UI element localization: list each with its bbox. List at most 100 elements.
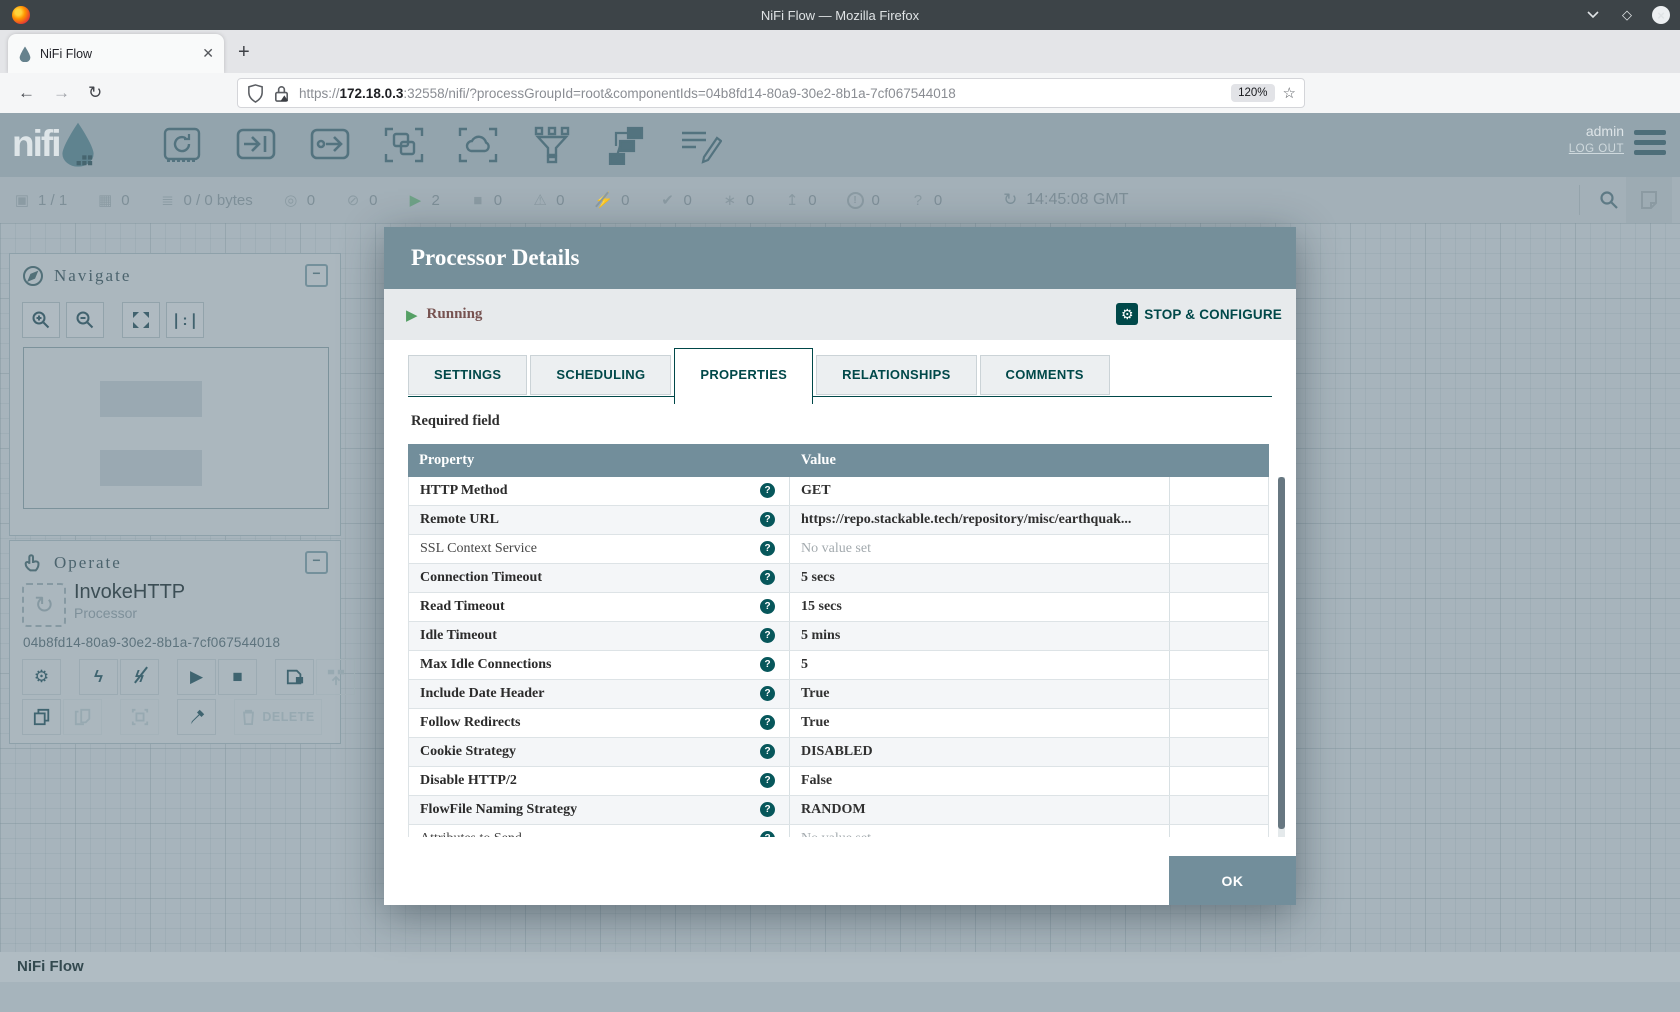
property-row[interactable]: HTTP Method?GET [409, 477, 1268, 506]
window-maximize-button[interactable]: ◇ [1618, 6, 1636, 24]
ok-button[interactable]: OK [1169, 856, 1296, 905]
bookmark-star-icon[interactable]: ☆ [1283, 84, 1296, 102]
stop-and-configure-button[interactable]: ⚙ STOP & CONFIGURE [1116, 303, 1282, 325]
tab-relationships[interactable]: RELATIONSHIPS [816, 355, 976, 395]
help-question-icon: ? [760, 773, 775, 788]
scrollbar-thumb[interactable] [1278, 477, 1285, 829]
property-row[interactable]: Connection Timeout?5 secs [409, 564, 1268, 593]
window-minimize-button[interactable] [1584, 6, 1602, 24]
collapse-navigate-button[interactable]: − [305, 264, 328, 287]
window-close-button[interactable]: × [1652, 6, 1670, 24]
stop-button[interactable]: ■ [218, 659, 257, 695]
help-question-icon: ? [760, 541, 775, 556]
help-question-icon: ? [760, 512, 775, 527]
help-question-icon: ? [760, 831, 775, 837]
property-name: Read Timeout [420, 599, 505, 614]
remote-process-group-tool-icon[interactable] [454, 121, 502, 169]
back-button[interactable]: ← [18, 83, 35, 103]
property-row[interactable]: SSL Context Service?No value set [409, 535, 1268, 564]
property-row[interactable]: Disable HTTP/2?False [409, 767, 1268, 796]
properties-scroll-viewport[interactable]: HTTP Method?GETRemote URL?https://repo.s… [408, 477, 1269, 837]
window-title: NiFi Flow — Mozilla Firefox [0, 8, 1680, 23]
enable-button[interactable]: ϟ [79, 659, 118, 695]
configure-button[interactable]: ⚙ [22, 659, 61, 695]
funnel-tool-icon[interactable] [528, 121, 576, 169]
bulletin-note-button[interactable] [1626, 177, 1672, 223]
breadcrumb[interactable]: NiFi Flow [17, 958, 84, 975]
disabled-components-icon: ⚡ [594, 191, 613, 209]
fill-color-button[interactable] [177, 699, 216, 735]
label-tool-icon[interactable] [676, 121, 724, 169]
sync-failure-versioned-icon: ? [910, 192, 926, 209]
url-bar[interactable]: https://172.18.0.3:32558/nifi/?processGr… [237, 78, 1305, 108]
tab-comments[interactable]: COMMENTS [980, 355, 1110, 395]
forward-button[interactable]: → [53, 83, 70, 103]
create-template-button[interactable] [275, 659, 314, 695]
copy-button[interactable] [22, 699, 61, 735]
property-row[interactable]: Remote URL?https://repo.stackable.tech/r… [409, 506, 1268, 535]
status-invalid-components: ⚠0 [532, 191, 564, 209]
last-refresh-time: ↻ 14:45:08 GMT [1002, 190, 1128, 210]
property-name: Follow Redirects [420, 715, 520, 730]
property-name-cell: Read Timeout? [409, 593, 790, 621]
hand-icon [22, 552, 44, 574]
property-actions-cell [1170, 506, 1268, 534]
property-value: 5 secs [790, 564, 1170, 592]
tab-settings[interactable]: SETTINGS [408, 355, 527, 395]
tab-properties[interactable]: PROPERTIES [674, 348, 813, 404]
group-button[interactable] [120, 699, 159, 735]
gear-icon: ⚙ [1116, 303, 1138, 325]
browser-tab[interactable]: NiFi Flow ✕ [8, 34, 224, 73]
new-tab-button[interactable]: + [238, 40, 250, 64]
property-row[interactable]: Include Date Header?True [409, 680, 1268, 709]
processor-tool-icon[interactable] [158, 121, 206, 169]
help-question-icon: ? [760, 802, 775, 817]
status-count: 0 [621, 192, 629, 209]
logout-link[interactable]: LOG OUT [1569, 143, 1624, 155]
nifi-global-menu-button[interactable] [1634, 130, 1666, 155]
status-transmitting-remote-groups: ◎0 [283, 191, 315, 209]
help-question-icon: ? [760, 686, 775, 701]
status-clustered-nodes: ▣1 / 1 [14, 191, 67, 209]
selected-component-type: Processor [74, 605, 137, 621]
property-row[interactable]: Attributes to Send?No value set [409, 825, 1268, 837]
search-button[interactable] [1579, 185, 1624, 215]
process-group-tool-icon[interactable] [380, 121, 428, 169]
running-label: Running [427, 306, 483, 323]
help-question-icon: ? [760, 744, 775, 759]
properties-scrollbar[interactable] [1278, 477, 1285, 837]
delete-button[interactable]: DELETE [234, 699, 322, 735]
start-button[interactable]: ▶ [177, 659, 216, 695]
disable-button[interactable]: ϟ [120, 659, 159, 695]
paste-button[interactable] [63, 699, 102, 735]
property-name: SSL Context Service [420, 541, 537, 556]
property-row[interactable]: Read Timeout?15 secs [409, 593, 1268, 622]
template-tool-icon[interactable] [602, 121, 650, 169]
tab-scheduling[interactable]: SCHEDULING [530, 355, 671, 395]
collapse-operate-button[interactable]: − [305, 551, 328, 574]
property-row[interactable]: FlowFile Naming Strategy?RANDOM [409, 796, 1268, 825]
property-row[interactable]: Follow Redirects?True [409, 709, 1268, 738]
upload-template-button[interactable] [316, 659, 355, 695]
reload-button[interactable]: ↻ [88, 83, 102, 103]
input-port-tool-icon[interactable] [232, 121, 280, 169]
dialog-header: Processor Details [384, 227, 1296, 289]
zoom-out-button[interactable] [66, 302, 104, 338]
output-port-tool-icon[interactable] [306, 121, 354, 169]
birdseye-minimap[interactable] [23, 347, 329, 509]
property-row[interactable]: Idle Timeout?5 mins [409, 622, 1268, 651]
refresh-icon[interactable]: ↻ [1002, 190, 1018, 210]
tracking-shield-icon[interactable] [246, 84, 265, 103]
status-count: 0 [934, 192, 942, 209]
lock-warning-icon[interactable] [272, 84, 291, 103]
property-row[interactable]: Cookie Strategy?DISABLED [409, 738, 1268, 767]
property-row[interactable]: Max Idle Connections?5 [409, 651, 1268, 680]
zoom-in-button[interactable] [22, 302, 60, 338]
tab-close-icon[interactable]: ✕ [202, 45, 214, 62]
zoom-fit-button[interactable] [122, 302, 160, 338]
zoom-level-badge[interactable]: 120% [1231, 84, 1274, 102]
nifi-drop-icon [61, 121, 95, 167]
zoom-actual-size-button[interactable]: ❘:❘ [166, 302, 204, 338]
status-count: 0 [808, 192, 816, 209]
status-locally-modified-stale-versioned: !0 [847, 192, 880, 209]
